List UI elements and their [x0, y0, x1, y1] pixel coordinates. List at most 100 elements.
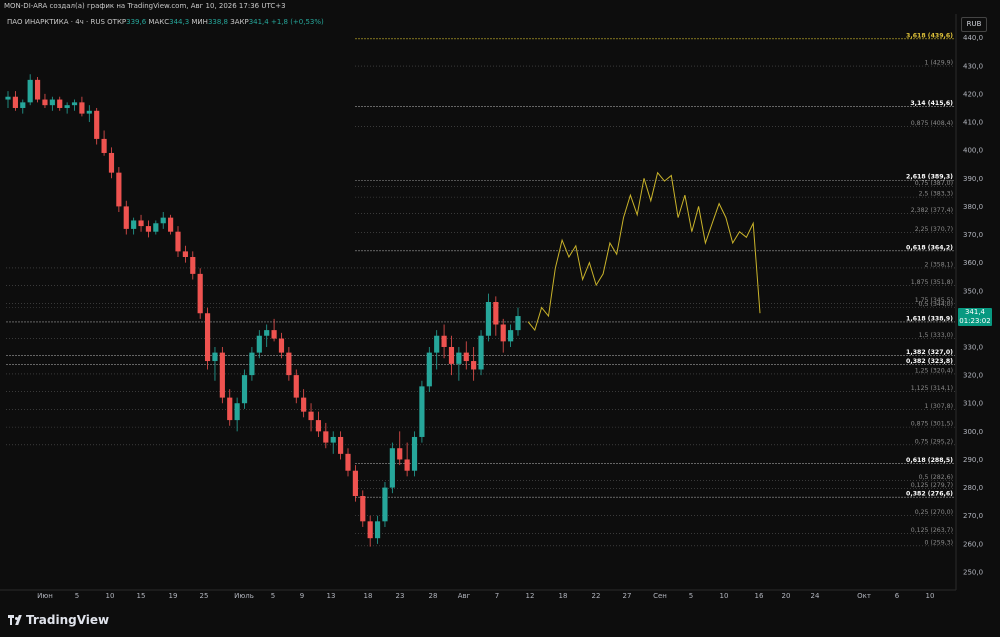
candle-body [419, 386, 425, 437]
currency-button[interactable]: RUB [961, 17, 987, 32]
x-axis-tick-label: Июн [37, 592, 53, 600]
candle-body [323, 431, 329, 443]
fib-level-label: 0,5 (344,0) [919, 301, 953, 308]
candle-body [175, 231, 181, 252]
candle-body [94, 110, 100, 139]
candle-body [485, 302, 492, 336]
fib-level-label: 1,5 (333,0) [919, 332, 953, 339]
candle-body [515, 316, 521, 331]
fib-level-label: 1,125 (314,1) [911, 385, 953, 392]
last-price-value: 341,4 [964, 308, 986, 316]
candle-body [34, 79, 41, 100]
x-axis-tick-label: Авг [458, 592, 471, 600]
candle-body [471, 361, 477, 370]
x-axis-tick-label: Июль [234, 592, 254, 600]
fib-level-label: 3,618 (439,6) [906, 32, 953, 39]
fib-level-label: 0 (259,3) [925, 539, 953, 546]
fib-level-label: 0,25 (270,0) [915, 509, 953, 516]
y-axis-tick-label: 380,0 [963, 203, 983, 211]
x-axis-tick-label: 25 [200, 592, 209, 600]
x-axis-tick-label: 6 [895, 592, 900, 600]
fib-level-label: 2,25 (370,7) [915, 226, 953, 233]
tradingview-logo-icon [8, 615, 22, 625]
candle-body [463, 352, 469, 362]
candle-body [168, 217, 174, 232]
bar-countdown: 01:23:02 [959, 317, 991, 325]
candle-body [478, 335, 484, 370]
fib-level-label: 0,75 (387,0) [915, 180, 953, 187]
y-axis-tick-label: 360,0 [963, 259, 983, 267]
y-axis-tick-label: 390,0 [963, 175, 983, 183]
fib-level-label: 0,618 (364,2) [906, 244, 953, 251]
candle-body [20, 102, 26, 108]
candle-body [264, 330, 270, 336]
candle-body [278, 338, 285, 353]
candle-body [352, 470, 358, 497]
x-axis-tick-label: 24 [811, 592, 820, 600]
candle-body [345, 453, 351, 471]
candle-body [249, 352, 255, 376]
fib-level-label: 1,382 (327,0) [906, 349, 953, 356]
candle-body [271, 330, 277, 339]
candle-body [508, 330, 514, 342]
fib-level-label: 0,125 (263,7) [911, 527, 953, 534]
candle-body [338, 436, 344, 454]
candle-body [434, 335, 440, 353]
fib-level-label: 0,382 (276,6) [906, 491, 953, 498]
candle-body [500, 324, 506, 342]
candle-body [301, 397, 307, 412]
y-axis-tick-label: 430,0 [963, 62, 983, 70]
candle-body [227, 397, 233, 421]
y-axis-tick-label: 320,0 [963, 372, 983, 380]
candle-body [397, 448, 403, 460]
price-chart[interactable]: 3,618 (439,6) 1 (429,9) 3,14 (415,6) 0,875 … [0, 14, 955, 586]
candle-body [256, 335, 262, 353]
last-price-tag: 341,4 01:23:02 [958, 308, 992, 326]
x-axis-tick-label: 13 [327, 592, 336, 600]
x-axis-tick-label: 18 [364, 592, 373, 600]
candle-body [116, 172, 122, 207]
fib-level-label: 1 (307,8) [925, 403, 953, 410]
y-axis-tick-label: 420,0 [963, 90, 983, 98]
fib-level-label: 3,14 (415,6) [910, 100, 953, 107]
fib-level-label: 2,5 (383,3) [919, 191, 953, 198]
candle-body [101, 138, 107, 153]
candle-body [382, 487, 388, 522]
y-axis-tick-label: 440,0 [963, 34, 983, 42]
candle-body [204, 313, 211, 362]
x-axis-tick-label: 5 [271, 592, 275, 600]
candle-body [79, 102, 85, 114]
candle-body [308, 411, 314, 421]
x-axis-tick-label: 7 [495, 592, 499, 600]
candle-body [286, 352, 292, 376]
fib-level-label: 0,5 (282,6) [919, 474, 953, 481]
candle-body [108, 152, 115, 173]
tradingview-logo: TradingView [8, 613, 109, 627]
candle-body [493, 302, 499, 325]
candle-body [64, 105, 70, 108]
candle-body [219, 352, 225, 398]
candle-body [71, 102, 78, 106]
candle-body [57, 99, 63, 108]
x-axis-tick-label: 10 [106, 592, 115, 600]
x-axis-tick-label: Сен [653, 592, 667, 600]
y-axis-tick-label: 410,0 [963, 119, 983, 127]
x-axis-tick-label: 22 [592, 592, 601, 600]
fib-level-label: 0,382 (323,8) [906, 358, 953, 365]
x-axis-tick-label: 10 [720, 592, 729, 600]
y-axis-tick-label: 250,0 [963, 568, 983, 576]
fib-level-label: 2,382 (377,4) [911, 207, 953, 214]
candle-body [367, 521, 373, 539]
y-axis-tick-label: 400,0 [963, 147, 983, 155]
candle-body [404, 459, 410, 471]
candle-body [153, 223, 159, 232]
projection-path [527, 171, 761, 332]
candle-body [86, 110, 92, 114]
candle-body [426, 352, 432, 387]
y-axis-tick-label: 300,0 [963, 428, 983, 436]
candle-body [441, 335, 447, 347]
candle-body [241, 375, 248, 404]
x-axis-tick-label: Окт [857, 592, 871, 600]
fib-level-label: 1,618 (338,9) [906, 315, 953, 322]
x-axis-tick-label: 9 [300, 592, 304, 600]
